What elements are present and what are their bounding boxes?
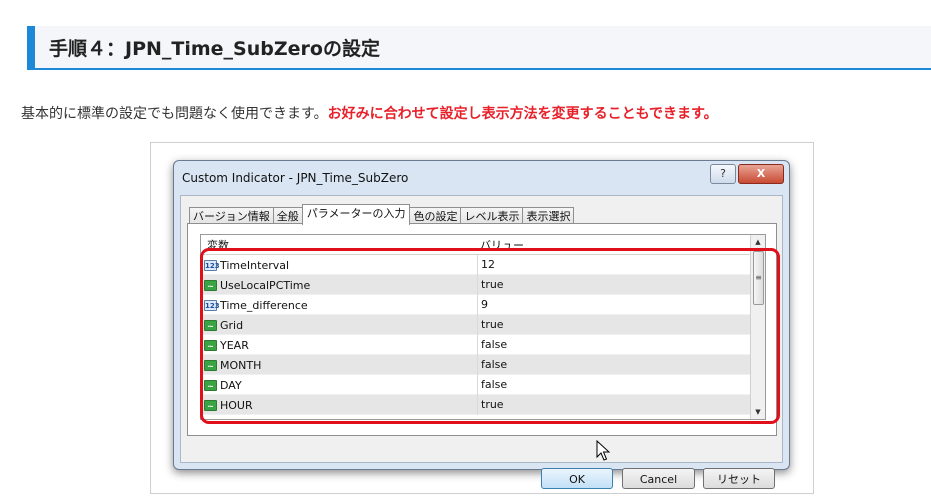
parameter-name: TimeInterval xyxy=(220,258,290,272)
help-button[interactable]: ? xyxy=(710,164,736,184)
dialog-client-area: バージョン情報 全般 パラメーターの入力 色の設定 レベル表示 表示選択 変数 … xyxy=(180,195,783,489)
parameter-value[interactable]: 9 xyxy=(477,295,488,315)
parameter-name: HOUR xyxy=(220,398,253,412)
boolean-icon: ~ xyxy=(204,279,217,291)
parameter-name: Time_difference xyxy=(220,298,308,312)
reset-button[interactable]: リセット xyxy=(703,468,775,489)
parameter-row[interactable]: ~ Grid true xyxy=(201,315,753,335)
parameter-name-cell: ~ MONTH xyxy=(204,355,261,375)
dialog-titlebar[interactable]: Custom Indicator - JPN_Time_SubZero ? X xyxy=(174,161,789,195)
custom-indicator-dialog: Custom Indicator - JPN_Time_SubZero ? X … xyxy=(173,160,790,489)
tab-parameters[interactable]: パラメーターの入力 xyxy=(301,204,411,225)
parameter-value[interactable]: true xyxy=(477,275,504,295)
parameter-row[interactable]: ~ UseLocalPCTime true xyxy=(201,275,753,295)
parameter-row[interactable]: 123 TimeInterval 12 xyxy=(201,255,753,275)
parameter-name: YEAR xyxy=(220,338,249,352)
parameter-value[interactable]: true xyxy=(477,395,504,415)
parameter-name-cell: ~ UseLocalPCTime xyxy=(204,275,310,295)
parameter-value[interactable]: false xyxy=(477,375,507,395)
numeric-type-icon: 123 xyxy=(204,259,220,271)
column-header-value[interactable]: バリュー xyxy=(480,237,524,253)
intro-plain: 基本的に標準の設定でも問題なく使用できます。 xyxy=(21,106,328,122)
numeric-type-icon: 123 xyxy=(204,299,220,311)
parameter-value[interactable]: true xyxy=(477,315,504,335)
section-heading-text: 手順４：JPN_Time_SubZeroの設定 xyxy=(49,38,380,60)
parameter-name-cell: 123 Time_difference xyxy=(204,295,308,315)
parameter-value[interactable]: 12 xyxy=(477,255,495,275)
parameter-value[interactable]: false xyxy=(477,355,507,375)
parameter-row[interactable]: ~ YEAR false xyxy=(201,335,753,355)
ok-button[interactable]: OK xyxy=(541,468,613,489)
cancel-button[interactable]: Cancel xyxy=(622,468,695,489)
parameter-name: DAY xyxy=(220,378,242,392)
scroll-up-arrow-icon[interactable]: ▲ xyxy=(751,235,765,249)
scroll-thumb[interactable]: ≡ xyxy=(753,251,764,305)
dialog-title: Custom Indicator - JPN_Time_SubZero xyxy=(182,171,409,185)
boolean-icon: ~ xyxy=(204,399,217,411)
parameter-name-cell: ~ YEAR xyxy=(204,335,249,355)
close-button[interactable]: X xyxy=(738,164,784,184)
parameter-rows: 123 TimeInterval 12 ~ UseLocalPCTime true … xyxy=(201,255,753,415)
section-heading: 手順４：JPN_Time_SubZeroの設定 xyxy=(27,26,931,70)
parameter-name: UseLocalPCTime xyxy=(220,278,311,292)
parameter-name-cell: ~ HOUR xyxy=(204,395,253,415)
parameter-name: MONTH xyxy=(220,358,262,372)
boolean-icon: ~ xyxy=(204,359,217,371)
boolean-icon: ~ xyxy=(204,319,217,331)
intro-text: 基本的に標準の設定でも問題なく使用できます。お好みに合わせて設定し表示方法を変更… xyxy=(21,103,718,123)
parameter-row[interactable]: ~ HOUR true xyxy=(201,395,753,415)
parameter-grid: 変数 バリュー 123 TimeInterval 12 ~ UseLocalPCTi… xyxy=(200,234,766,420)
parameter-name: Grid xyxy=(220,318,244,332)
parameter-row[interactable]: ~ MONTH false xyxy=(201,355,753,375)
grid-header: 変数 バリュー xyxy=(201,235,753,255)
parameter-row[interactable]: ~ DAY false xyxy=(201,375,753,395)
parameter-name-cell: ~ Grid xyxy=(204,315,243,335)
parameter-value[interactable]: false xyxy=(477,335,507,355)
mouse-cursor-icon xyxy=(596,440,610,461)
parameter-name-cell: ~ DAY xyxy=(204,375,242,395)
parameters-panel: 変数 バリュー 123 TimeInterval 12 ~ UseLocalPCTi… xyxy=(187,223,777,436)
scroll-down-arrow-icon[interactable]: ▼ xyxy=(751,405,765,419)
intro-emphasis: お好みに合わせて設定し表示方法を変更することもできます。 xyxy=(327,106,718,122)
parameter-row[interactable]: 123 Time_difference 9 xyxy=(201,295,753,315)
tab-strip: バージョン情報 全般 パラメーターの入力 色の設定 レベル表示 表示選択 xyxy=(189,204,575,225)
boolean-icon: ~ xyxy=(204,339,217,351)
boolean-icon: ~ xyxy=(204,379,217,391)
column-header-variable[interactable]: 変数 xyxy=(207,237,229,253)
vertical-scrollbar[interactable]: ▲ ≡ ▼ xyxy=(750,235,765,419)
parameter-name-cell: 123 TimeInterval xyxy=(204,255,289,275)
